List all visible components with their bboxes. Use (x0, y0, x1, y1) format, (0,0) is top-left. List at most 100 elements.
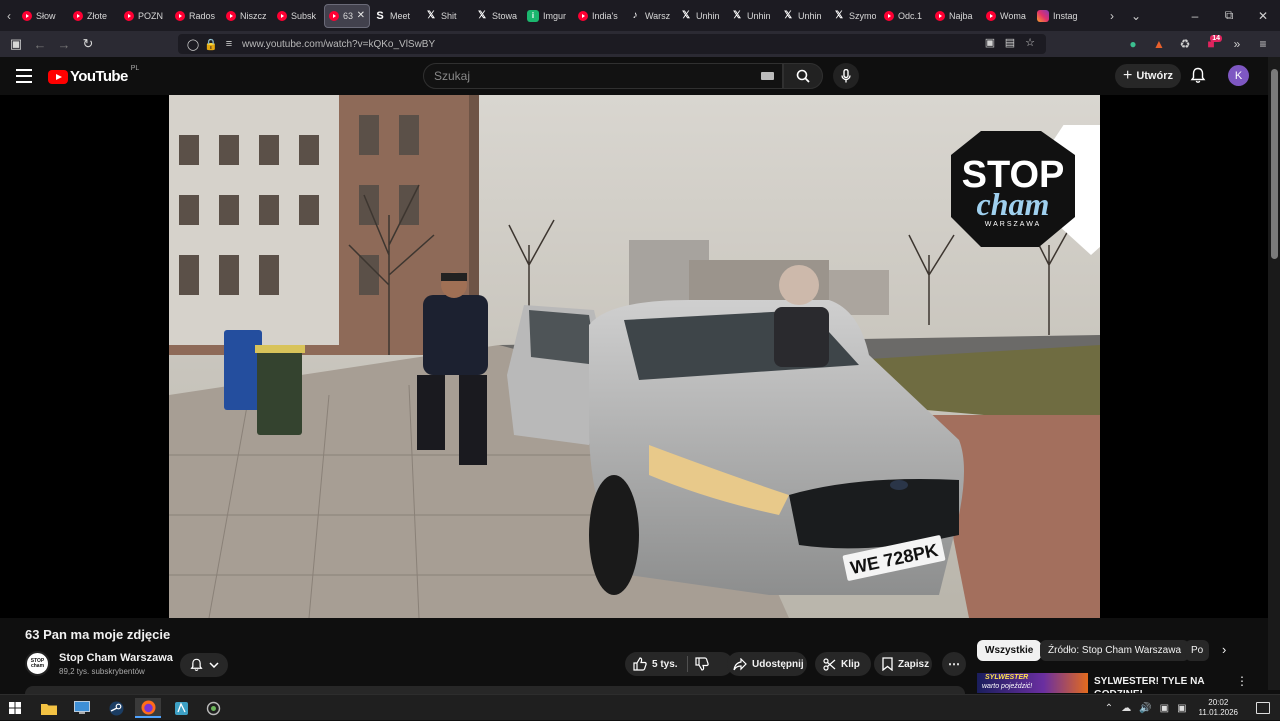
page-scrollbar[interactable] (1268, 57, 1280, 690)
browser-tab[interactable]: Odc.1 (880, 4, 931, 28)
forward-button[interactable]: → (52, 37, 76, 52)
description-box[interactable] (25, 686, 965, 694)
overflow-menu-icon[interactable]: » (1224, 37, 1250, 51)
subscription-notification-button[interactable] (180, 653, 228, 677)
youtube-logo[interactable]: YouTube PL (48, 65, 139, 85)
cloud-icon[interactable]: ☁ (1121, 703, 1131, 714)
browser-tab[interactable]: S Meet (370, 4, 421, 28)
taskbar-clock[interactable]: 20:02 11.01.2026 (1199, 698, 1238, 718)
browser-tab[interactable]: 63 ✕ (324, 3, 370, 28)
browser-tab[interactable]: Słow (18, 4, 69, 28)
tabs-scroll-right-button[interactable]: › (1100, 9, 1124, 23)
youtube-masthead: YouTube PL + Utwórz K (0, 57, 1268, 95)
sidebar-toggle-icon[interactable]: ▣ (4, 36, 28, 52)
recommended-more-icon[interactable]: ⋮ (1236, 674, 1248, 688)
chip-partial[interactable]: Po (1185, 640, 1209, 661)
reload-button[interactable]: ↻ (76, 36, 100, 52)
instagram-icon (1037, 9, 1049, 22)
thumbs-up-icon (633, 657, 647, 671)
account-avatar[interactable]: K (1228, 65, 1249, 86)
share-button[interactable]: Udostępnij (727, 652, 807, 676)
lock-icon[interactable]: 🔒 (202, 38, 220, 51)
like-button[interactable]: 5 tys. (625, 652, 733, 676)
app-menu-icon[interactable]: ≡ (1250, 37, 1276, 51)
network-tool-icon[interactable] (200, 698, 226, 718)
start-windows-icon[interactable] (2, 698, 28, 718)
list-all-tabs-icon[interactable]: ⌄ (1124, 9, 1148, 23)
address-bar[interactable]: ◯ 🔒 ≡ www.youtube.com/watch?v=kQKo_VlSwB… (178, 34, 1046, 54)
browser-tab[interactable]: Najba (931, 4, 982, 28)
channel-name[interactable]: Stop Cham Warszawa (59, 652, 173, 664)
chip-source[interactable]: Źródło: Stop Cham Warszawa (1040, 640, 1190, 661)
browser-tab[interactable]: 𝕏 Shit (421, 4, 472, 28)
browser-tab[interactable]: Niszcz (222, 4, 273, 28)
chips-next-chevron-icon[interactable]: › (1222, 642, 1226, 657)
clip-button[interactable]: Klip (815, 652, 871, 676)
tabs-scroll-left-button[interactable]: ‹ (0, 0, 18, 31)
extensions-puzzle-icon[interactable]: ♻ (1172, 37, 1198, 51)
tab-title: Słow (36, 10, 56, 21)
browser-tab[interactable]: 𝕏 Unhin (676, 4, 727, 28)
browser-tab[interactable]: POZN (120, 4, 171, 28)
voice-search-button[interactable] (833, 63, 859, 89)
browser-tab[interactable]: i Imgur (523, 4, 574, 28)
reader-view-icon[interactable]: ▤ (1000, 36, 1020, 49)
monitor-icon[interactable]: ▣ (1160, 703, 1169, 714)
restore-button[interactable]: ⧉ (1212, 8, 1246, 23)
adblock-extension-icon[interactable]: ■ 14 (1198, 35, 1224, 51)
search-input[interactable] (434, 69, 744, 83)
browser-tab[interactable]: Subsk (273, 4, 324, 28)
youtube-icon (175, 10, 185, 21)
keyboard-icon[interactable] (761, 72, 774, 80)
firefox-icon[interactable] (135, 698, 161, 718)
browser-tab[interactable]: 𝕏 Szymo (829, 4, 880, 28)
shield-icon[interactable]: ◯ (184, 38, 202, 51)
video-player[interactable]: WE 728PK STOP cham WARSZAWA (169, 95, 1100, 618)
chip-all[interactable]: Wszystkie (977, 640, 1042, 661)
app-icon[interactable] (168, 698, 194, 718)
browser-tab[interactable]: 𝕏 Unhin (727, 4, 778, 28)
back-button[interactable]: ← (28, 37, 52, 52)
microphone-icon (841, 69, 851, 83)
file-explorer-icon[interactable] (36, 698, 62, 718)
x-icon: 𝕏 (477, 10, 487, 21)
url-text[interactable]: www.youtube.com/watch?v=kQKo_VlSwBY (242, 39, 435, 50)
close-tab-icon[interactable]: ✕ (357, 10, 365, 21)
search-button[interactable] (783, 63, 823, 89)
tray-overflow-chevron-icon[interactable]: ⌃ (1105, 703, 1113, 714)
picture-in-picture-icon[interactable]: ▣ (980, 36, 1000, 49)
browser-tab[interactable]: 𝕏 Stowa (472, 4, 523, 28)
bookmark-star-icon[interactable]: ☆ (1020, 36, 1040, 49)
browser-tab[interactable]: Rados (171, 4, 222, 28)
browser-tab[interactable]: ♪ Warsz (625, 4, 676, 28)
youtube-icon (986, 10, 996, 21)
thumbs-down-icon[interactable] (695, 657, 709, 671)
channel-avatar[interactable]: STOP cham (25, 651, 50, 676)
fox-extension-icon[interactable]: ▲ (1146, 37, 1172, 51)
recommended-title[interactable]: SYLWESTER! TYLE NA GODZINĘ! (1094, 675, 1220, 693)
more-actions-button[interactable]: ⋯ (942, 652, 966, 676)
steam-icon[interactable] (103, 698, 129, 718)
notifications-bell-icon[interactable] (1190, 67, 1206, 89)
minimize-button[interactable]: – (1178, 9, 1212, 23)
notification-center-icon[interactable] (1256, 702, 1270, 714)
hamburger-menu-icon[interactable] (16, 69, 32, 83)
create-button[interactable]: + Utwórz (1115, 64, 1181, 88)
vpn-extension-icon[interactable]: ● (1120, 37, 1146, 51)
network-icon[interactable]: ▣ (1177, 703, 1186, 714)
recommended-thumbnail[interactable]: SYLWESTER warto pojeździć! (977, 673, 1088, 693)
browser-tab-strip: ‹ Słow Złote POZN Rados Niszcz Subsk 63 ✕ S Meet 𝕏… (0, 0, 1280, 31)
computer-monitor-icon[interactable] (69, 698, 95, 718)
close-window-button[interactable]: ✕ (1246, 9, 1280, 23)
browser-tab[interactable]: Złote (69, 4, 120, 28)
browser-tab[interactable]: Woma (982, 4, 1033, 28)
save-button[interactable]: Zapisz (874, 652, 932, 676)
tiktok-icon: ♪ (632, 10, 638, 21)
search-box[interactable] (423, 63, 783, 89)
scrollbar-thumb[interactable] (1271, 69, 1278, 259)
browser-tab[interactable]: India's (574, 4, 625, 28)
browser-tab[interactable]: 𝕏 Unhin (778, 4, 829, 28)
browser-tab[interactable]: Instag (1033, 4, 1084, 28)
volume-icon[interactable]: 🔊 (1139, 703, 1151, 714)
permissions-icon[interactable]: ≡ (220, 38, 238, 50)
